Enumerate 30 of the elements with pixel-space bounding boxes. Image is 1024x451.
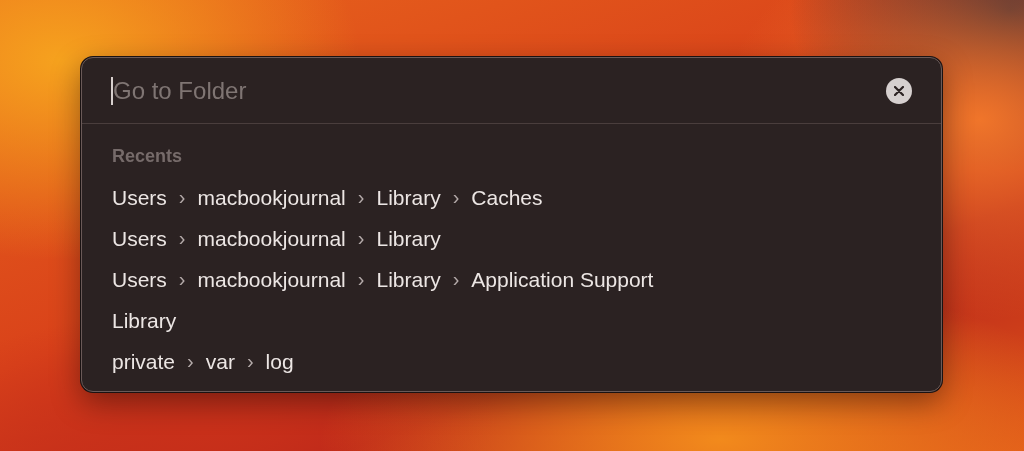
folder-name[interactable]: Library	[376, 226, 441, 251]
path-separator: ›	[187, 350, 194, 373]
path-separator: ›	[178, 268, 186, 291]
close-icon	[894, 85, 904, 96]
path-separator: ›	[357, 186, 365, 209]
folder-name[interactable]: private	[112, 349, 176, 374]
folder-name[interactable]: var	[205, 349, 235, 374]
folder-name[interactable]: Users	[112, 185, 167, 210]
folder-name[interactable]: Users	[112, 267, 167, 292]
clear-button[interactable]	[886, 77, 912, 104]
folder-name[interactable]: macbookjournal	[197, 267, 346, 292]
path-separator: ›	[452, 268, 460, 291]
folder-name[interactable]: Library	[112, 308, 177, 333]
folder-name[interactable]: macbookjournal	[197, 185, 346, 210]
path-separator: ›	[357, 227, 365, 250]
folder-name[interactable]: macbookjournal	[197, 226, 346, 251]
text-cursor	[111, 76, 113, 105]
folder-name[interactable]: Application Support	[471, 267, 654, 292]
path-separator: ›	[178, 186, 186, 209]
path-separator: ›	[246, 350, 254, 373]
search-field[interactable]: Go to Folder	[113, 76, 876, 105]
folder-name[interactable]: Users	[112, 226, 167, 251]
path-separator: ›	[178, 227, 186, 250]
path-separator: ›	[357, 268, 365, 291]
folder-name[interactable]: log	[265, 349, 294, 374]
folder-name[interactable]: Library	[376, 267, 441, 292]
section-heading: Recents	[112, 146, 184, 167]
folder-name[interactable]: Caches	[471, 185, 543, 210]
folder-name[interactable]: Library	[376, 185, 441, 210]
path-separator: ›	[452, 186, 460, 209]
